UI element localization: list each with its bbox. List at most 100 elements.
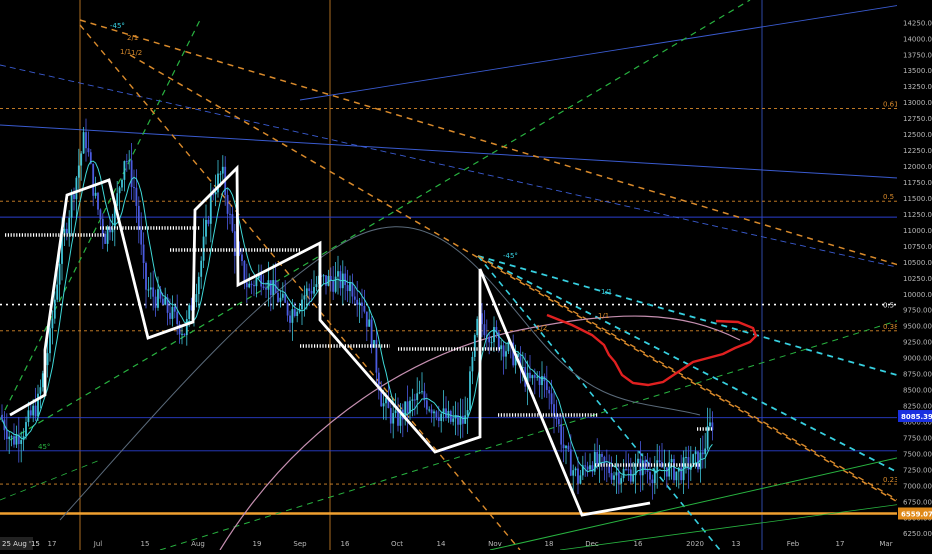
y-tick-label: 13000.00 <box>903 99 932 107</box>
candle-body <box>490 342 493 344</box>
x-tick-label: 17 <box>836 540 845 548</box>
candle-body <box>303 295 306 300</box>
candle-body <box>13 436 15 445</box>
x-axis: 17 Jul 15 Aug 19 Sep 16 Oct 14 Nov 18 Dec 16 2020 13 Fe… <box>0 537 893 550</box>
y-tick-label: 9250.00 <box>903 339 932 347</box>
candle-body <box>445 408 447 419</box>
trendline-13 <box>489 449 932 551</box>
candle-body <box>209 194 212 224</box>
candle-body <box>97 192 99 210</box>
candle-body <box>346 285 349 292</box>
candle-body <box>649 471 651 480</box>
candle-body <box>265 288 267 290</box>
y-tick-label: 11000.00 <box>903 227 932 235</box>
candle-body <box>315 284 318 287</box>
trendline-14 <box>559 499 932 551</box>
chart-area[interactable]: 0.618 0.5 0.382 0.236 0.5 -45° 2/1 1/1 1/2 -45° 1/… <box>0 0 932 551</box>
x-tick-label: 16 <box>634 540 643 548</box>
candle-body <box>1 415 3 420</box>
candle-body <box>658 460 661 462</box>
candle-body <box>641 460 644 476</box>
candle-body <box>183 333 186 336</box>
candle-body <box>233 231 236 256</box>
candle-body <box>269 280 272 296</box>
candle-body <box>334 276 337 292</box>
candle-body <box>34 405 37 417</box>
candle-body <box>39 387 42 394</box>
candle-body <box>550 393 553 405</box>
x-tick-label: 2020 <box>686 540 704 548</box>
candle-body <box>226 194 229 214</box>
candle-body <box>253 284 255 287</box>
candle-body <box>579 475 582 484</box>
trendline-8 <box>477 255 932 386</box>
candle-body <box>267 280 270 290</box>
candle-body <box>577 468 579 484</box>
x-tick-label: Dec <box>585 540 599 548</box>
gann-label-0: -45° <box>110 22 125 30</box>
candle-body <box>615 472 618 476</box>
candle-body <box>65 228 68 234</box>
candle-body <box>385 398 387 404</box>
candle-body <box>449 410 452 422</box>
candle-body <box>356 299 359 305</box>
candle-body <box>461 415 464 424</box>
y-tick-label: 6750.00 <box>903 498 932 506</box>
x-tick-label: Mar <box>879 540 892 548</box>
candle-body <box>289 315 291 323</box>
candle-body <box>308 288 311 291</box>
candle-body <box>147 289 150 291</box>
candle-body <box>466 410 469 416</box>
candle-body <box>430 409 433 414</box>
candle-body <box>418 392 421 394</box>
candle-body <box>260 273 263 287</box>
candle-body <box>562 444 565 449</box>
candle-body <box>651 479 654 484</box>
candle-body <box>296 311 299 316</box>
y-tick-label: 9000.00 <box>903 355 932 363</box>
candle-body <box>392 413 395 424</box>
candle-body <box>548 390 551 394</box>
trendline-6 <box>129 54 932 523</box>
candle-body <box>123 161 126 180</box>
candle-body <box>452 418 455 422</box>
gann-label-5: 1/2 <box>536 324 547 332</box>
candle-body <box>73 194 75 200</box>
price-chart[interactable]: 0.6180.50.3820.2360.5-45°2/11/1 1/2-45°1/… <box>0 0 932 551</box>
candle-body <box>406 401 409 414</box>
candle-body <box>471 356 474 372</box>
candle-body <box>70 194 73 218</box>
candle-body <box>572 470 575 476</box>
candle-body <box>421 391 423 393</box>
fib-label-1: 0.5 <box>883 193 894 201</box>
candle-body <box>701 452 704 455</box>
candle-body <box>27 410 30 423</box>
x-tick-label: Nov <box>488 540 502 548</box>
candle-body <box>219 173 222 175</box>
candle-body <box>500 345 503 350</box>
candle-body <box>704 448 707 455</box>
candle-body <box>586 466 589 470</box>
candle-body <box>440 413 443 421</box>
candle-body <box>337 271 339 277</box>
candle-body <box>197 276 200 295</box>
candle-body <box>589 465 591 470</box>
candle-body <box>140 229 143 245</box>
start-date-label: 25 Aug '15 <box>2 540 40 548</box>
y-tick-label: 14000.00 <box>903 35 932 43</box>
candle-body <box>243 261 246 283</box>
candle-body <box>293 309 296 316</box>
candle-body <box>325 275 327 286</box>
candle-body <box>214 192 217 195</box>
candle-body <box>77 165 80 178</box>
y-tick-label: 10000.00 <box>903 291 932 299</box>
candle-body <box>685 457 687 459</box>
candle-body <box>49 328 51 354</box>
x-tick-label: Aug <box>191 540 205 548</box>
y-tick-label: 6250.00 <box>903 530 932 538</box>
candle-body <box>363 305 366 312</box>
candle-body <box>437 417 440 421</box>
candle-body <box>58 263 61 285</box>
candle-body <box>5 430 8 439</box>
candle-body <box>368 319 371 327</box>
